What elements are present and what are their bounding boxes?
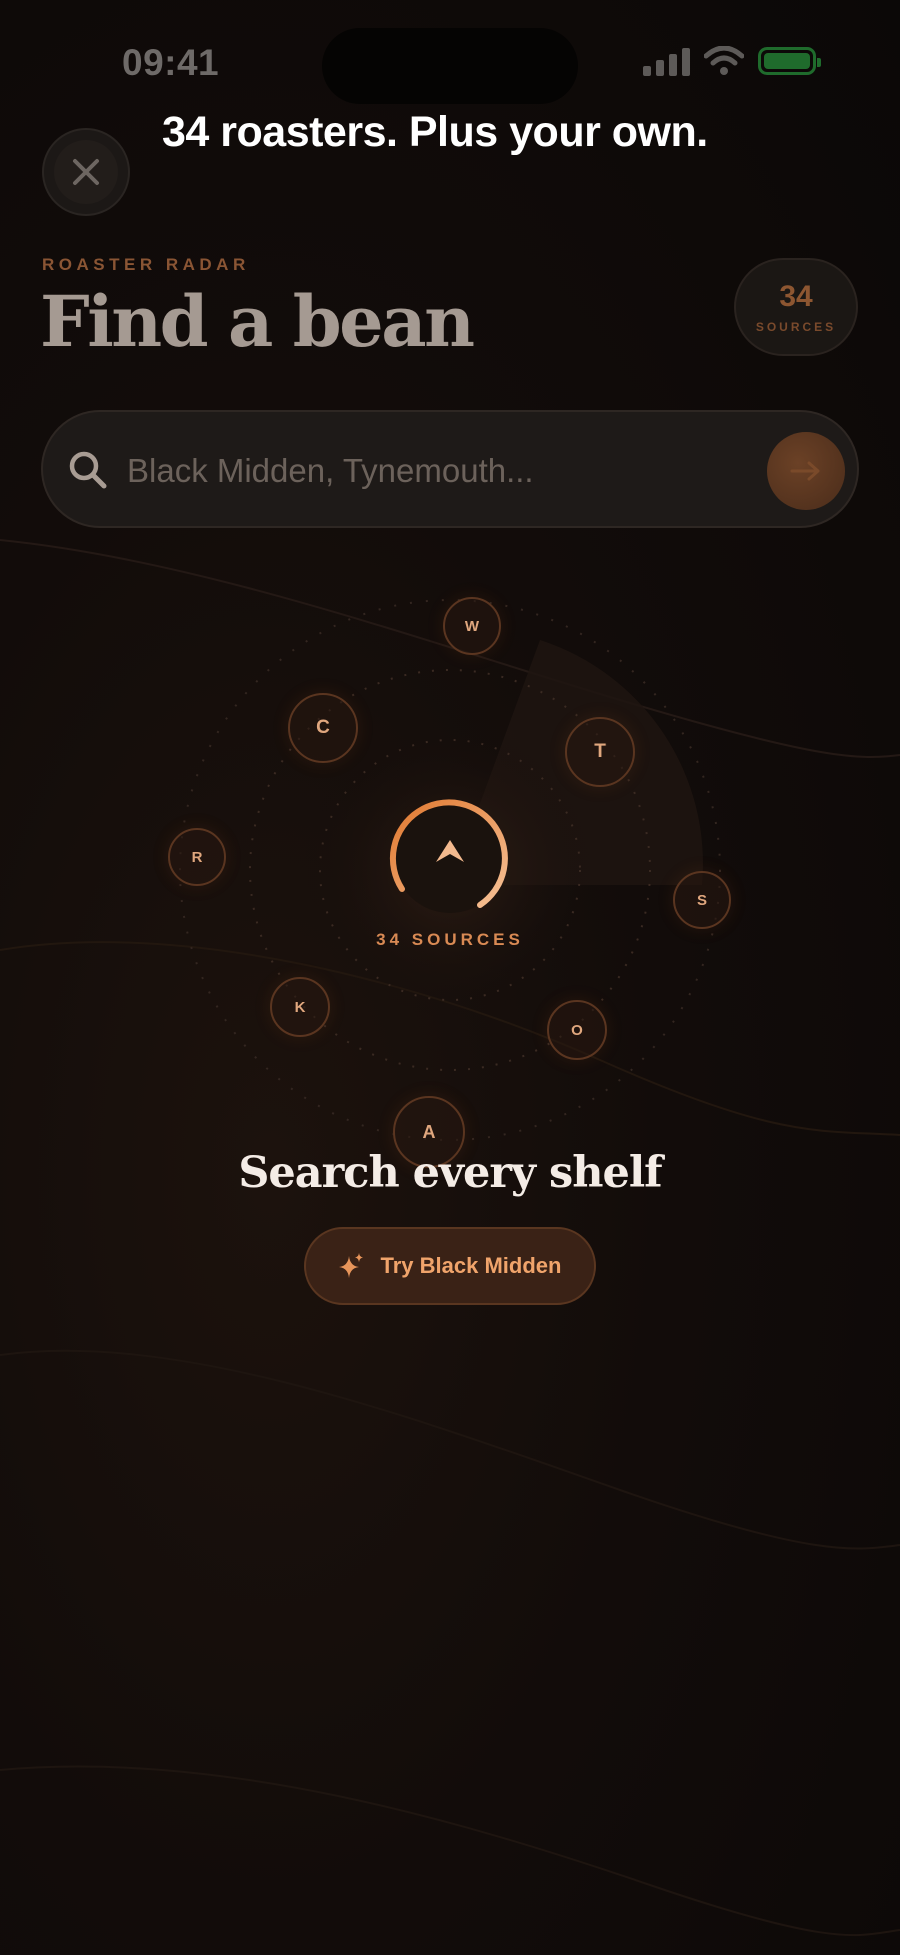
roaster-node-k[interactable]: K	[270, 977, 330, 1037]
roaster-node-t[interactable]: T	[565, 717, 635, 787]
close-icon	[73, 159, 99, 185]
sparkle-icon	[338, 1253, 363, 1278]
status-icons	[643, 46, 821, 76]
search-input[interactable]	[125, 442, 729, 500]
arrow-right-icon	[790, 461, 820, 481]
eyebrow-label: ROASTER RADAR	[42, 255, 250, 274]
dynamic-island	[322, 28, 578, 104]
try-suggestion-label: Try Black Midden	[380, 1253, 562, 1278]
battery-icon	[758, 47, 821, 75]
roaster-node-w[interactable]: W	[443, 597, 501, 655]
search-icon	[69, 451, 107, 489]
search-bar[interactable]	[41, 410, 859, 528]
page-title: Find a bean	[40, 280, 475, 363]
search-submit-button[interactable]	[767, 432, 845, 510]
roaster-node-r[interactable]: R	[168, 828, 226, 886]
sources-label: SOURCES	[755, 320, 837, 334]
roaster-node-o[interactable]: O	[547, 1000, 607, 1060]
roaster-node-c[interactable]: C	[288, 693, 358, 763]
headline: 34 roasters. Plus your own.	[162, 108, 708, 156]
try-suggestion-button[interactable]: Try Black Midden	[304, 1227, 596, 1305]
radar-caption: 34 SOURCES	[376, 930, 524, 949]
sources-badge[interactable]: 34 SOURCES	[734, 258, 858, 356]
empty-state-title: Search every shelf	[238, 1148, 662, 1198]
status-time: 09:41	[122, 42, 220, 83]
close-button[interactable]	[42, 128, 130, 216]
signal-icon	[643, 46, 690, 76]
roaster-node-s[interactable]: S	[673, 871, 731, 929]
sources-count: 34	[779, 280, 813, 313]
wifi-icon	[704, 46, 744, 75]
